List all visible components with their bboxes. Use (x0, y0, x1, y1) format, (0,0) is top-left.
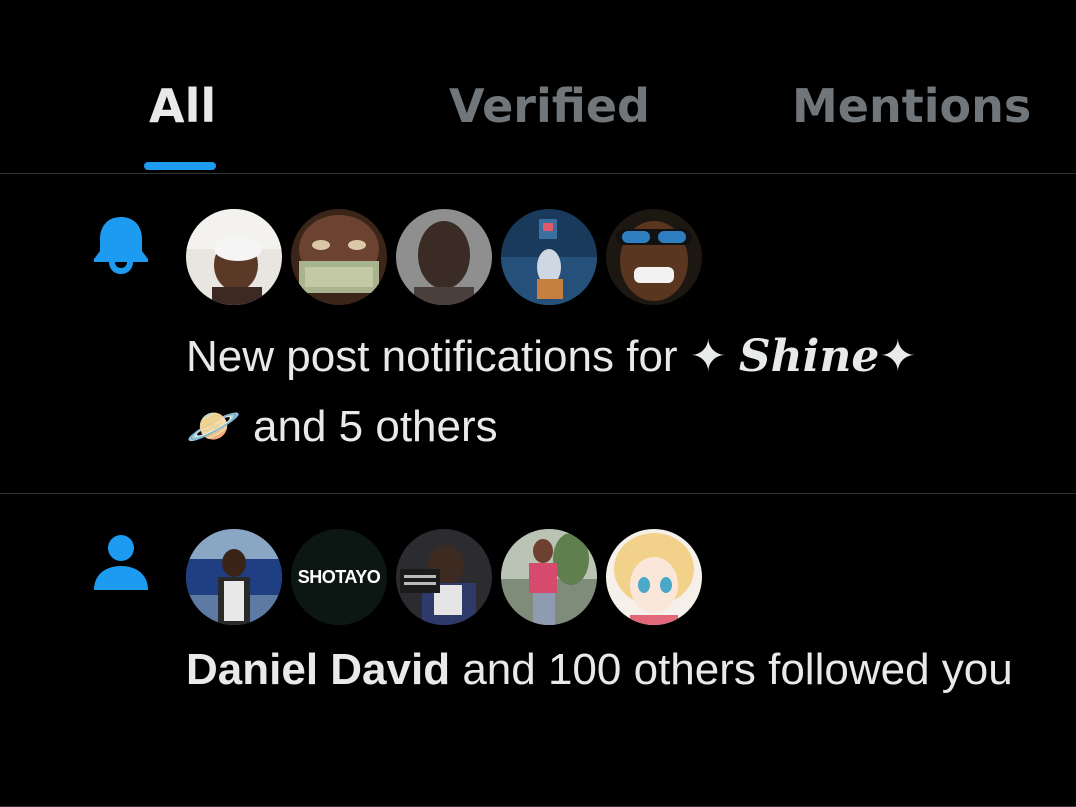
text-suffix: and 5 others (240, 402, 498, 451)
avatar[interactable] (396, 209, 492, 305)
avatar[interactable] (606, 209, 702, 305)
avatar[interactable] (186, 209, 282, 305)
planet-emoji: 🪐 (186, 402, 241, 451)
bell-icon (92, 214, 150, 274)
sparkle-icon: ✦ (879, 332, 917, 381)
avatar[interactable] (291, 209, 387, 305)
avatar[interactable] (396, 529, 492, 625)
active-tab-indicator (144, 162, 216, 170)
avatar[interactable] (606, 529, 702, 625)
text-suffix: and 100 others followed you (450, 645, 1013, 694)
person-icon (92, 534, 150, 594)
user-name[interactable]: Daniel David (186, 645, 450, 694)
avatar[interactable]: SHOTAYO (291, 529, 387, 625)
tab-verified[interactable]: Verified (449, 76, 650, 136)
text-prefix: New post notifications for (186, 332, 690, 381)
tab-mentions[interactable]: Mentions (792, 76, 1031, 136)
avatar[interactable] (501, 209, 597, 305)
notification-item-new-posts[interactable]: New post notifications for ✦ Shine✦ 🪐 an… (0, 174, 1076, 494)
notification-item-follows[interactable]: SHOTAYO Daniel David and 100 others foll… (0, 494, 1076, 807)
notification-text: New post notifications for ✦ Shine✦ 🪐 an… (186, 322, 1036, 462)
notification-tabs: All Verified Mentions (0, 0, 1076, 174)
notification-text: Daniel David and 100 others followed you (186, 635, 1036, 705)
avatar-label: SHOTAYO (297, 567, 381, 587)
avatar[interactable] (501, 529, 597, 625)
user-name[interactable]: Shine (739, 331, 879, 382)
avatar[interactable] (186, 529, 282, 625)
tab-all[interactable]: All (149, 76, 216, 136)
sparkle-icon: ✦ (689, 332, 739, 381)
